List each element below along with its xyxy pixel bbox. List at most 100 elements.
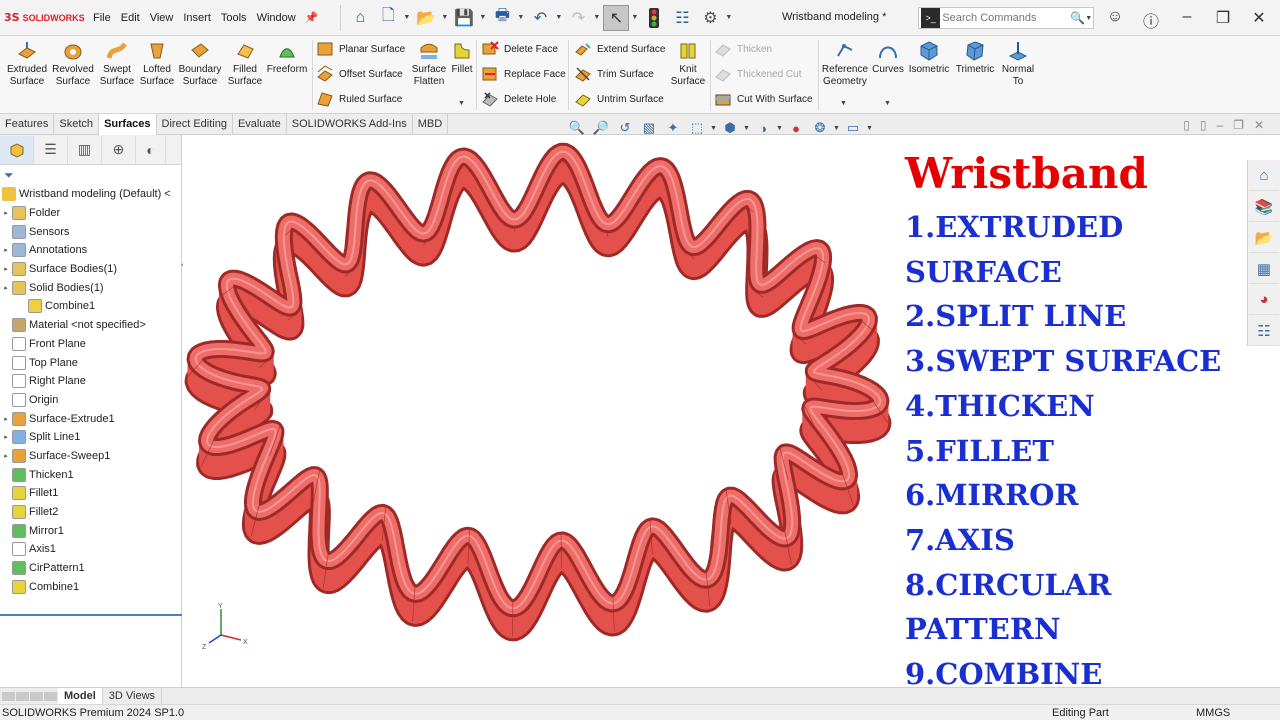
tile-right-icon[interactable]: ▯ [1200,118,1207,132]
close-icon[interactable]: ✕ [1254,118,1264,132]
trim-surface-button[interactable]: Trim Surface [574,63,654,85]
print-icon[interactable]: 🖶 [489,5,515,31]
new-document-icon[interactable]: 🗋 [375,5,401,31]
chevron-down-icon[interactable]: ▼ [776,125,783,132]
chevron-down-icon[interactable]: ▼ [866,125,873,132]
file-properties-icon[interactable]: ☷ [669,5,695,31]
surface-flatten-button[interactable]: Surface Flatten [408,38,450,88]
reference-geometry-button[interactable]: Reference Geometry [820,38,870,88]
tab-direct-editing[interactable]: Direct Editing [157,114,233,135]
swept-surface-button[interactable]: Swept Surface [96,38,138,88]
solidworks-logo[interactable]: 3S SOLIDWORKS [0,0,88,36]
expand-arrow-icon[interactable]: ▸ [0,265,12,273]
minimize-icon[interactable]: – [1176,8,1198,26]
select-cursor-icon[interactable]: ↖ [603,4,630,31]
home-icon[interactable]: ⌂ [347,5,373,31]
save-icon[interactable]: 💾 [451,5,477,31]
replace-face-button[interactable]: Replace Face [481,63,566,85]
rollback-bar[interactable] [0,614,182,616]
tab-scroll-arrows[interactable] [0,691,58,701]
search-commands-input[interactable] [942,12,1071,24]
tab-surfaces[interactable]: Surfaces [99,114,157,135]
tile-left-icon[interactable]: ▯ [1183,118,1190,132]
expand-arrow-icon[interactable]: ▸ [0,284,12,292]
chevron-down-icon[interactable]: ▼ [840,100,847,107]
tab-sketch[interactable]: Sketch [54,114,100,135]
tree-item[interactable]: Mirror1 [0,521,181,540]
tab-model[interactable]: Model [58,687,103,705]
pin-icon[interactable]: 📌 [305,11,319,24]
tree-item[interactable]: Front Plane [0,335,181,354]
tree-item[interactable]: Sensors [0,222,181,241]
chevron-down-icon[interactable]: ▼ [479,14,487,21]
offset-surface-button[interactable]: Offset Surface [316,63,403,85]
tab-evaluate[interactable]: Evaluate [233,114,287,135]
search-icon[interactable]: 🔍 [1070,11,1085,25]
chevron-down-icon[interactable]: ▼ [593,14,601,21]
fillet-button[interactable]: Fillet [450,38,474,76]
dimxpert-manager-icon[interactable]: ⊕ [102,135,136,164]
chevron-down-icon[interactable]: ▼ [833,125,840,132]
file-explorer-icon[interactable]: 📂 [1249,223,1279,253]
cut-with-surface-button[interactable]: Cut With Surface [714,88,813,110]
chevron-down-icon[interactable]: ▼ [743,125,750,132]
chevron-down-icon[interactable]: ▼ [1085,15,1093,22]
design-library-icon[interactable]: 📚 [1249,192,1279,222]
open-folder-icon[interactable]: 📂 [413,5,439,31]
tree-item[interactable]: Combine1 [0,297,181,316]
tree-item[interactable]: Fillet2 [0,503,181,522]
unit-system[interactable]: MMGS [1196,707,1230,719]
expand-arrow-icon[interactable]: ▸ [0,452,12,460]
help-icon[interactable]: ⓘ [1140,8,1162,32]
trimetric-view-button[interactable]: Trimetric [952,38,998,76]
menu-file[interactable]: File [88,0,116,36]
chevron-down-icon[interactable]: ▼ [441,14,449,21]
display-manager-icon[interactable]: ◐ [136,135,166,164]
chevron-down-icon[interactable]: ▼ [884,100,891,107]
tree-item[interactable]: ▸ Solid Bodies(1) [0,278,181,297]
restore-icon[interactable]: ❐ [1212,8,1234,28]
boundary-surface-button[interactable]: Boundary Surface [176,38,224,88]
configuration-manager-icon[interactable]: ▥ [68,135,102,164]
tree-item[interactable]: Fillet1 [0,484,181,503]
thicken-button[interactable]: Thicken [714,38,772,60]
chevron-down-icon[interactable]: ▼ [631,14,639,21]
minimize-icon[interactable]: – [1216,118,1223,132]
ruled-surface-button[interactable]: Ruled Surface [316,88,402,110]
tree-item[interactable]: ▸ Surface Bodies(1) [0,260,181,279]
menu-tools[interactable]: Tools [216,0,252,36]
options-gear-icon[interactable]: ⚙ [697,5,723,31]
tab-solidworks-add-ins[interactable]: SOLIDWORKS Add-Ins [287,114,413,135]
property-manager-icon[interactable]: ☰ [34,135,68,164]
tree-item[interactable]: ▸ Surface-Sweep1 [0,447,181,466]
menu-insert[interactable]: Insert [178,0,216,36]
delete-hole-button[interactable]: Delete Hole [481,88,556,110]
freeform-button[interactable]: Freeform [266,38,308,76]
chevron-down-icon[interactable]: ▼ [555,14,563,21]
custom-properties-icon[interactable]: ☷ [1249,316,1279,346]
revolved-surface-button[interactable]: Revolved Surface [50,38,96,88]
chevron-down-icon[interactable]: ▼ [725,14,733,21]
tree-item[interactable]: Thicken1 [0,465,181,484]
extruded-surface-button[interactable]: Extruded Surface [4,38,50,88]
tree-item[interactable]: Axis1 [0,540,181,559]
tree-item[interactable]: ▸ Surface-Extrude1 [0,409,181,428]
tree-item[interactable]: Top Plane [0,353,181,372]
undo-icon[interactable]: ↶ [527,5,553,31]
redo-icon[interactable]: ↷ [565,5,591,31]
extend-surface-button[interactable]: Extend Surface [574,38,665,60]
curves-button[interactable]: Curves [870,38,906,76]
lofted-surface-button[interactable]: Lofted Surface [138,38,176,88]
tree-item[interactable]: Material <not specified> [0,316,181,335]
chevron-down-icon[interactable]: ▼ [403,14,411,21]
solidworks-resources-home-icon[interactable]: ⌂ [1249,161,1279,191]
view-palette-icon[interactable]: ▦ [1249,254,1279,284]
close-icon[interactable]: ✕ [1248,8,1270,28]
delete-face-button[interactable]: Delete Face [481,38,558,60]
chevron-down-icon[interactable]: ▼ [517,14,525,21]
tree-item[interactable]: ▸ Folder [0,204,181,223]
tab-3d-views[interactable]: 3D Views [103,687,163,705]
expand-arrow-icon[interactable]: ▸ [0,415,12,423]
appearances-scenes-icon[interactable]: ◕ [1249,285,1279,315]
rebuild-traffic-light-icon[interactable] [641,5,667,31]
